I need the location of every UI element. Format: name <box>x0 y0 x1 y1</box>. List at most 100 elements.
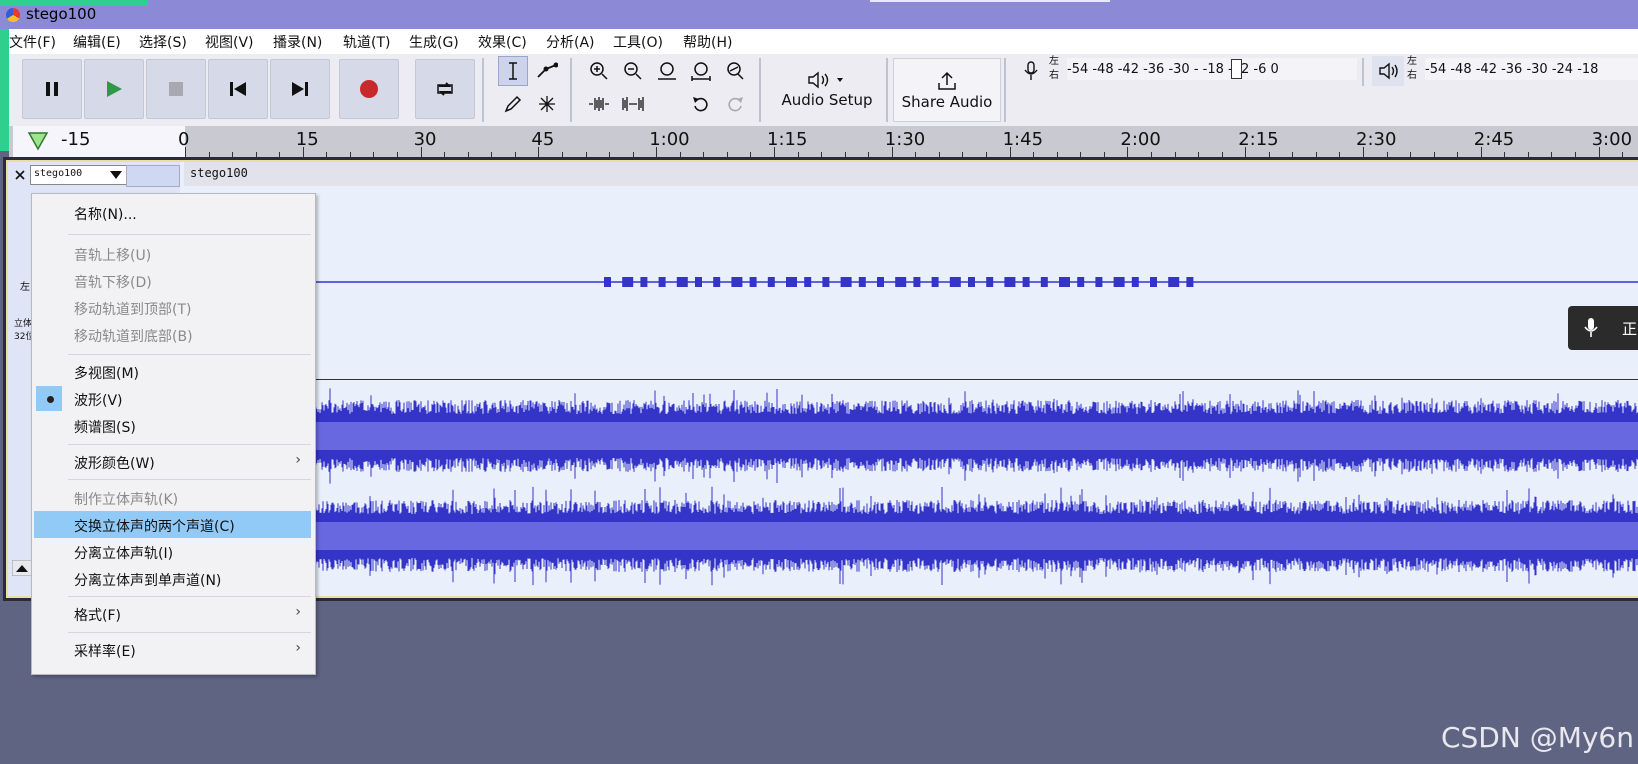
menu-item-format[interactable]: 格式(F) › <box>34 600 311 627</box>
selection-tool-button[interactable] <box>498 56 528 86</box>
menu-item-split-stereo[interactable]: 分离立体声轨(I) <box>34 538 311 565</box>
toolbar-separator <box>1004 58 1006 122</box>
menu-analyze[interactable]: 分析(A) <box>546 32 595 52</box>
menu-edit[interactable]: 编辑(E) <box>73 32 121 52</box>
loop-button[interactable] <box>415 59 475 119</box>
trim-outside-button[interactable] <box>584 89 614 119</box>
waveform-blip <box>986 277 994 287</box>
zoom-fit-icon <box>691 62 711 81</box>
play-button[interactable] <box>84 59 144 119</box>
menu-help[interactable]: 帮助(H) <box>683 32 732 52</box>
record-meter-slider-thumb[interactable] <box>1231 59 1242 79</box>
waveform-blip <box>1004 277 1016 287</box>
i-beam-icon <box>509 62 517 80</box>
waveform-blip <box>749 277 757 287</box>
zoom-in-button[interactable] <box>584 56 614 86</box>
share-audio-label: Share Audio <box>901 93 993 111</box>
menu-tracks[interactable]: 轨道(T) <box>343 32 390 52</box>
toolbar-separator <box>759 58 761 122</box>
timeline-tick <box>656 147 658 157</box>
menu-item-sample-rate[interactable]: 采样率(E) › <box>34 636 311 663</box>
menu-item-multi-view[interactable]: 多视图(M) <box>34 358 311 385</box>
menu-effect[interactable]: 效果(C) <box>478 32 527 52</box>
share-audio-button[interactable]: Share Audio <box>893 58 1001 122</box>
pause-button[interactable] <box>22 59 82 119</box>
clip-name-bar[interactable]: stego100 <box>184 162 1638 187</box>
multi-tool-button[interactable] <box>532 89 562 119</box>
silence-audio-button[interactable] <box>618 89 648 119</box>
skip-end-icon <box>292 82 308 96</box>
stop-button[interactable] <box>146 59 206 119</box>
timeline-left-panel: -15 <box>13 126 185 157</box>
menu-item-swap-stereo-channels[interactable]: 交换立体声的两个声道(C) <box>34 511 311 538</box>
waveform-blip <box>713 277 721 287</box>
timeline-tick <box>185 147 186 157</box>
timeline-label: 0 <box>178 129 190 150</box>
waveform-blip <box>931 277 939 287</box>
zoom-toggle-button[interactable] <box>720 56 750 86</box>
menu-item-name[interactable]: 名称(N)... <box>34 199 311 226</box>
timeline-tick <box>1009 147 1011 157</box>
record-button[interactable] <box>339 59 399 119</box>
record-level-meter[interactable]: -54 -48 -42 -36 -30 - -18 -12 -6 0 <box>1067 58 1357 80</box>
skip-to-start-button[interactable] <box>208 59 268 119</box>
menu-separator <box>68 632 311 633</box>
playback-level-meter[interactable]: -54 -48 -42 -36 -30 -24 -18 <box>1425 58 1638 80</box>
menu-item-move-track-bottom[interactable]: 移动轨道到底部(B) <box>34 321 311 348</box>
waveform-blip <box>695 277 702 287</box>
waveform-blip <box>1040 277 1048 287</box>
toolbar: Audio Setup Share Audio 左 右 -54 -48 -42 … <box>9 54 1638 126</box>
radio-check-box <box>36 386 62 411</box>
menu-item-move-track-up[interactable]: 音轨上移(U) <box>34 240 311 267</box>
submenu-arrow-icon: › <box>295 604 301 620</box>
menu-item-move-track-top[interactable]: 移动轨道到顶部(T) <box>34 294 311 321</box>
toast-text: 正 <box>1622 320 1638 338</box>
play-head-triangle-icon[interactable] <box>27 131 49 151</box>
timeline-ruler[interactable]: -15 0 15 30 45 1:00 1:15 1:30 1:45 2:00 2:15 2:30 2… <box>9 126 1638 157</box>
waveform-blip <box>804 277 812 287</box>
menu-item-make-stereo[interactable]: 制作立体声轨(K) <box>34 484 311 511</box>
recording-toast[interactable]: 正 <box>1568 306 1638 350</box>
menu-tools[interactable]: 工具(O) <box>613 32 663 52</box>
menu-item-waveform[interactable]: 波形(V) <box>34 385 311 412</box>
undo-button[interactable] <box>686 89 716 119</box>
redo-button[interactable] <box>720 89 750 119</box>
fit-selection-button[interactable] <box>652 56 682 86</box>
menu-view[interactable]: 视图(V) <box>205 32 254 52</box>
track-menu-area[interactable] <box>126 165 180 187</box>
menu-separator <box>68 354 311 355</box>
waveform-channel-left[interactable] <box>184 186 1638 380</box>
envelope-tool-button[interactable] <box>532 56 562 86</box>
collapse-track-icon[interactable] <box>12 560 32 576</box>
menu-item-spectrogram[interactable]: 频谱图(S) <box>34 412 311 439</box>
audio-setup-button[interactable]: Audio Setup <box>772 58 882 120</box>
record-meter-scale: -54 -48 -42 -36 -30 - -18 -12 -6 0 <box>1067 61 1279 77</box>
zoom-out-button[interactable] <box>618 56 648 86</box>
waveform-channel-right[interactable] <box>183 380 1638 596</box>
timeline-tick <box>1245 147 1247 157</box>
menu-generate[interactable]: 生成(G) <box>409 32 459 52</box>
menu-file[interactable]: 文件(F) <box>9 32 56 52</box>
close-track-icon[interactable] <box>14 169 26 181</box>
fit-project-button[interactable] <box>686 56 716 86</box>
menu-item-move-track-down[interactable]: 音轨下移(D) <box>34 267 311 294</box>
toolbar-separator <box>1362 58 1364 86</box>
play-meter-left-label: 左 <box>1407 56 1417 67</box>
waveform-rms-upper <box>184 422 1638 450</box>
waveform-blip <box>949 277 961 287</box>
menu-item-split-stereo-mono[interactable]: 分离立体声到单声道(N) <box>34 565 311 592</box>
track-name-dropdown[interactable]: stego100 <box>30 165 127 185</box>
skip-to-end-button[interactable] <box>270 59 330 119</box>
track-name-dropdown-text: stego100 <box>34 168 83 179</box>
record-meter-button[interactable] <box>1017 56 1045 86</box>
draw-tool-button[interactable] <box>498 89 528 119</box>
menu-record[interactable]: 播录(N) <box>273 32 322 52</box>
menu-select[interactable]: 选择(S) <box>139 32 187 52</box>
menu-item-wave-color[interactable]: 波形颜色(W) › <box>34 448 311 475</box>
waveform-blip <box>1022 277 1030 287</box>
waveform-blip <box>858 277 866 287</box>
speaker-icon <box>1379 62 1398 80</box>
timeline-tick <box>1127 147 1129 157</box>
playback-meter-button[interactable] <box>1372 56 1404 86</box>
timeline-tick <box>891 147 893 157</box>
